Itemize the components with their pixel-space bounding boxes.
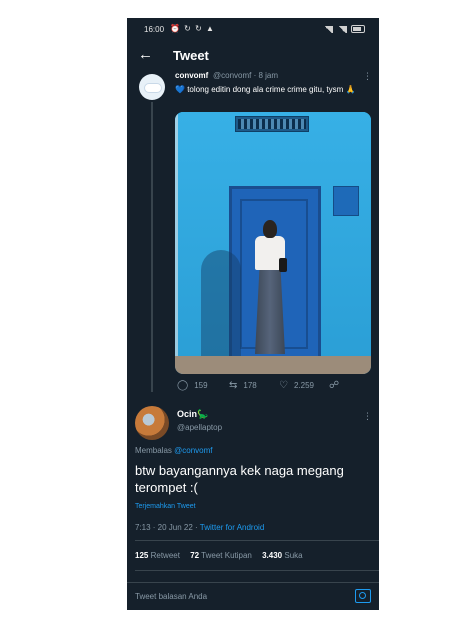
replying-label: Membalas <box>135 446 172 455</box>
retweet-icon: ⇆ <box>229 380 238 391</box>
quote-stat[interactable]: 72 Tweet Kutipan <box>190 551 252 560</box>
like-count: 2.259 <box>293 381 314 390</box>
phone-screen: 16:00 ⏰ ↻ ↻ ▲ ← Tweet convomf @convomf ·… <box>127 18 379 610</box>
cloud-logo <box>144 83 162 93</box>
status-time: 16:00 <box>144 25 165 34</box>
original-author-handle: @convomf · 8 jam <box>213 71 279 80</box>
reply-author-name[interactable]: Ocin🦕 <box>177 409 208 420</box>
like-stat-label: Suka <box>284 551 303 560</box>
reply-author-handle: @apellaptop <box>177 423 223 432</box>
signal-icon-2 <box>337 25 347 33</box>
quote-stat-label: Tweet Kutipan <box>201 551 252 560</box>
reply-action[interactable]: ◯ 159 <box>177 380 208 391</box>
translate-link[interactable]: Terjemahkan Tweet <box>135 503 196 510</box>
more-icon[interactable]: ⋮ <box>363 71 372 82</box>
app-header: ← Tweet <box>127 40 379 70</box>
source-link[interactable]: Twitter for Android <box>200 523 264 532</box>
photo-mailbox <box>333 186 359 216</box>
camera-icon[interactable] <box>355 589 371 603</box>
retweet-stat[interactable]: 125 Retweet <box>135 551 180 560</box>
status-indicators <box>323 25 365 33</box>
avatar[interactable] <box>135 406 169 440</box>
notification-icons: ⏰ ↻ ↻ ▲ <box>170 24 215 33</box>
reply-composer[interactable]: Tweet balasan Anda <box>127 582 379 610</box>
reply-tweet-text: btw bayangannya kek naga megang terompet… <box>135 463 344 495</box>
share-action[interactable]: ☍ <box>329 380 339 391</box>
person-head <box>263 220 277 238</box>
tweet-meta: 7:13 · 20 Jun 22 · Twitter for Android <box>135 523 264 532</box>
quote-stat-count: 72 <box>190 551 200 560</box>
retweet-count: 178 <box>243 381 257 390</box>
tweet-photo[interactable] <box>175 112 371 374</box>
retweet-stat-label: Retweet <box>150 551 180 560</box>
battery-icon <box>351 25 365 33</box>
blue-heart-emoji: 💙 <box>175 85 185 94</box>
reply-count: 159 <box>194 381 208 390</box>
avatar[interactable] <box>139 74 165 100</box>
photo-pipe <box>175 112 178 360</box>
original-tweet-text: 💙 tolong editin dong ala crime crime git… <box>175 84 365 96</box>
signal-icon <box>323 25 333 33</box>
divider <box>135 540 379 541</box>
reply-icon: ◯ <box>177 380 189 391</box>
photo-vent <box>235 116 309 132</box>
like-icon: ♡ <box>279 380 288 391</box>
like-action[interactable]: ♡ 2.259 <box>279 380 314 391</box>
share-icon: ☍ <box>329 380 340 391</box>
like-stat-count: 3.430 <box>262 551 283 560</box>
person-skirt <box>255 268 285 354</box>
original-tweet-body: tolong editin dong ala crime crime gitu,… <box>187 85 356 94</box>
person-bag <box>279 258 287 272</box>
tweet-stats: 125 Retweet 72 Tweet Kutipan 3.430 Suka <box>135 551 311 560</box>
thread-connector <box>151 102 153 392</box>
original-author-name[interactable]: convomf <box>175 71 208 80</box>
retweet-action[interactable]: ⇆ 178 <box>229 380 257 391</box>
photo-floor <box>175 356 371 374</box>
photo-shadow <box>201 250 241 360</box>
like-stat[interactable]: 3.430 Suka <box>262 551 303 560</box>
status-bar: 16:00 ⏰ ↻ ↻ ▲ <box>127 18 379 40</box>
timestamp: 7:13 · 20 Jun 22 · <box>135 523 200 532</box>
more-icon[interactable]: ⋮ <box>363 411 372 422</box>
retweet-stat-count: 125 <box>135 551 149 560</box>
replying-mention[interactable]: @convomf <box>174 446 212 455</box>
page-title: Tweet <box>173 48 209 63</box>
replying-to: Membalas @convomf <box>135 446 213 455</box>
back-arrow-icon[interactable]: ← <box>138 46 153 63</box>
original-tweet-actions: ◯ 159 ⇆ 178 ♡ 2.259 ☍ <box>175 380 371 394</box>
reply-input[interactable]: Tweet balasan Anda <box>135 592 207 601</box>
divider <box>135 570 379 571</box>
